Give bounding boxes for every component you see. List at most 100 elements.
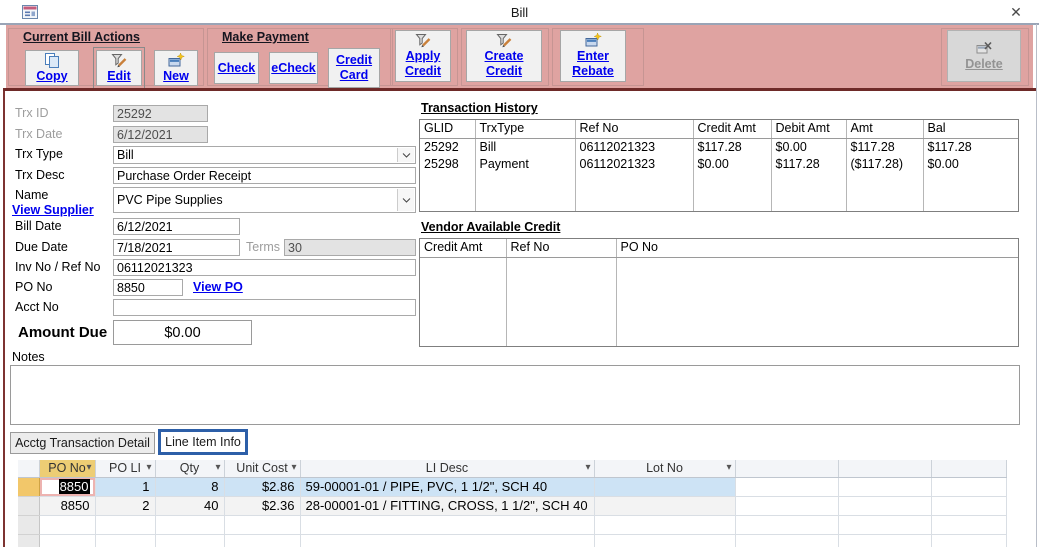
transaction-history-row[interactable]: 25298 Payment 06112021323 $0.00 $117.28 … (420, 156, 1018, 174)
toolbar-bottom-border (3, 88, 1036, 91)
th-cell[interactable]: $0.00 (771, 138, 847, 156)
th-col-bal: Bal (923, 120, 1018, 139)
th-cell[interactable]: Bill (475, 138, 576, 156)
create-credit-button[interactable]: Create Credit (466, 30, 542, 82)
create-credit-label: Create Credit (484, 49, 524, 78)
notes-field[interactable] (10, 365, 1020, 425)
tab-line-item-info[interactable]: Line Item Info (158, 429, 248, 455)
credit-card-button[interactable]: Credit Card (328, 48, 380, 88)
col-header-po-li[interactable]: PO LI ▾ (95, 460, 156, 478)
name-dropdown-icon[interactable] (397, 189, 414, 211)
name-combo[interactable]: PVC Pipe Supplies (113, 187, 416, 213)
sort-dropdown-icon[interactable]: ▾ (215, 462, 220, 473)
cell-po-no-focused[interactable]: 8850 (39, 477, 96, 497)
apply-credit-label: Apply Credit (404, 49, 442, 78)
cell-po-li[interactable]: 1 (95, 477, 156, 497)
th-cell[interactable]: $117.28 (923, 138, 1018, 156)
delete-button[interactable]: Delete (947, 30, 1021, 82)
amount-due-label: Amount Due (18, 324, 108, 341)
enter-rebate-label: Enter Rebate (572, 49, 614, 78)
th-cell[interactable]: Payment (475, 156, 576, 174)
th-cell[interactable]: $0.00 (693, 156, 772, 174)
line-item-row[interactable]: 8850 2 40 $2.36 28-00001-01 / FITTING, C… (18, 496, 1007, 516)
cell-lot-no[interactable] (594, 496, 736, 516)
col-header-li-desc[interactable]: LI Desc ▾ (300, 460, 595, 478)
due-date-field[interactable]: 7/18/2021 (113, 239, 240, 256)
trx-type-dropdown-icon[interactable] (397, 148, 414, 162)
sort-dropdown-icon[interactable]: ▾ (726, 462, 731, 473)
record-selector[interactable] (18, 496, 40, 516)
trx-desc-field[interactable]: Purchase Order Receipt (113, 167, 416, 184)
th-cell[interactable]: 06112021323 (575, 156, 694, 174)
cell-li-desc[interactable]: 59-00001-01 / PIPE, PVC, 1 1/2", SCH 40 (300, 477, 595, 497)
tab-acctg-transaction-detail[interactable]: Acctg Transaction Detail (10, 432, 155, 454)
record-selector[interactable] (18, 515, 40, 535)
inv-no-field[interactable]: 06112021323 (113, 259, 416, 276)
col-header-unit-cost[interactable]: Unit Cost ▾ (224, 460, 301, 478)
acct-no-field[interactable] (113, 299, 416, 316)
record-selector[interactable] (18, 534, 40, 547)
new-button[interactable]: New (154, 50, 198, 86)
terms-label: Terms (246, 240, 281, 254)
th-cell[interactable]: $117.28 (693, 138, 772, 156)
sort-dropdown-icon[interactable]: ▾ (86, 462, 91, 473)
cell-qty[interactable]: 40 (155, 496, 225, 516)
cell-unit-cost[interactable]: $2.86 (224, 477, 301, 497)
th-cell[interactable]: 06112021323 (575, 138, 694, 156)
sort-dropdown-icon[interactable]: ▾ (291, 462, 296, 473)
th-cell[interactable]: $117.28 (846, 138, 924, 156)
th-cell[interactable]: 25292 (420, 138, 476, 156)
trx-date-field: 6/12/2021 (113, 126, 208, 143)
transaction-history-row[interactable]: 25292 Bill 06112021323 $117.28 $0.00 $11… (420, 138, 1018, 156)
cell-po-li[interactable]: 2 (95, 496, 156, 516)
edit-button[interactable]: Edit (93, 47, 145, 89)
bill-date-label: Bill Date (15, 219, 62, 233)
delete-label: Delete (965, 56, 1003, 71)
trx-type-value: Bill (117, 148, 134, 162)
amount-due-value: $0.00 (113, 320, 252, 345)
cell-unit-cost[interactable]: $2.36 (224, 496, 301, 516)
record-selector-current[interactable] (18, 477, 40, 497)
th-cell[interactable]: $0.00 (923, 156, 1018, 174)
sort-dropdown-icon[interactable]: ▾ (585, 462, 590, 473)
copy-label: Copy (36, 68, 68, 83)
vc-col-pono: PO No (616, 239, 1018, 258)
inv-no-label: Inv No / Ref No (15, 260, 101, 274)
line-item-empty-row[interactable] (18, 515, 1007, 535)
view-po-link[interactable]: View PO (193, 280, 243, 294)
col-header-lot-no[interactable]: Lot No ▾ (594, 460, 736, 478)
echeck-button[interactable]: eCheck (269, 52, 318, 84)
check-button[interactable]: Check (214, 52, 259, 84)
th-col-trxtype: TrxType (475, 120, 576, 139)
cell-lot-no[interactable] (594, 477, 736, 497)
apply-credit-button[interactable]: Apply Credit (395, 30, 451, 82)
name-value: PVC Pipe Supplies (117, 193, 223, 207)
cell-li-desc[interactable]: 28-00001-01 / FITTING, CROSS, 1 1/2", SC… (300, 496, 595, 516)
col-header-po-no[interactable]: PO No ▾ (39, 460, 96, 478)
line-items-grid: PO No ▾ PO LI ▾ Qty ▾ Unit Cost ▾ LI Desc ▾ L… (18, 460, 1007, 547)
delete-form-icon (976, 41, 992, 53)
view-supplier-link[interactable]: View Supplier (12, 203, 94, 217)
select-all-cell[interactable] (18, 460, 40, 478)
close-icon[interactable]: ✕ (1005, 2, 1027, 22)
trx-date-label: Trx Date (15, 127, 63, 141)
th-cell[interactable]: ($117.28) (846, 156, 924, 174)
sort-dropdown-icon[interactable]: ▾ (146, 462, 151, 473)
vc-col-creditamt: Credit Amt (420, 239, 507, 258)
bill-date-field[interactable]: 6/12/2021 (113, 218, 240, 235)
po-no-field[interactable]: 8850 (113, 279, 183, 296)
trx-type-combo[interactable]: Bill (113, 146, 416, 164)
enter-rebate-form-icon (585, 33, 602, 47)
action-toolbar: Current Bill Actions Make Payment Copy E… (6, 25, 1033, 89)
cell-po-no[interactable]: 8850 (39, 496, 96, 516)
form-left-border (3, 91, 5, 547)
line-item-empty-row[interactable] (18, 534, 1007, 547)
cell-qty[interactable]: 8 (155, 477, 225, 497)
th-cell[interactable]: 25298 (420, 156, 476, 174)
enter-rebate-button[interactable]: Enter Rebate (560, 30, 626, 82)
th-cell[interactable]: $117.28 (771, 156, 847, 174)
line-item-row-selected[interactable]: 8850 1 8 $2.86 59-00001-01 / PIPE, PVC, … (18, 477, 1007, 497)
copy-button[interactable]: Copy (25, 50, 79, 86)
trx-id-label: Trx ID (15, 106, 49, 120)
col-header-qty[interactable]: Qty ▾ (155, 460, 225, 478)
